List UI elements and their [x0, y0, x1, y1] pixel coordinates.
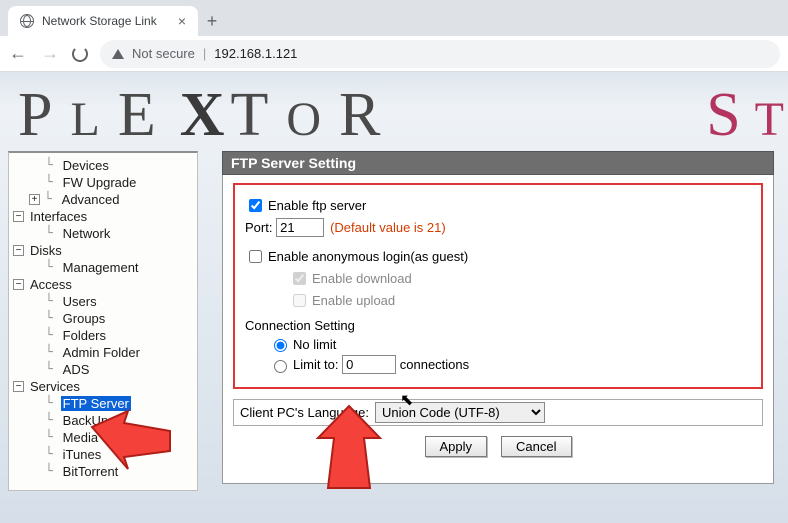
tree-label: Devices [61, 158, 111, 173]
brand-logo: PLEXTOR ST [0, 72, 788, 151]
tree-label: Admin Folder [61, 345, 142, 360]
enable-ftp-checkbox[interactable] [249, 199, 262, 212]
tree-label: FW Upgrade [61, 175, 139, 190]
enable-ftp-label: Enable ftp server [268, 198, 366, 213]
tree-label: Folders [61, 328, 108, 343]
no-limit-radio[interactable] [274, 339, 287, 352]
cancel-button[interactable]: Cancel [501, 436, 571, 457]
tree-label: Network [61, 226, 113, 241]
tree-item-folders[interactable]: └ Folders [9, 327, 197, 344]
browser-toolbar: ← → Not secure | 192.168.1.121 [0, 36, 788, 72]
highlighted-settings-frame: Enable ftp server Port: (Default value i… [233, 183, 763, 389]
tree-label: Management [61, 260, 141, 275]
browser-tab[interactable]: Network Storage Link × [8, 6, 198, 36]
main-panel: FTP Server Setting Enable ftp server Por… [198, 151, 774, 484]
connection-setting-label: Connection Setting [245, 318, 355, 333]
tree-label: Access [28, 277, 74, 292]
tree-label: Services [28, 379, 82, 394]
tree-item-advanced[interactable]: +└ Advanced [9, 191, 197, 208]
address-text: 192.168.1.121 [214, 46, 297, 61]
tree-toggle-icon[interactable]: − [13, 211, 24, 222]
tree-label: Users [61, 294, 99, 309]
tree-toggle-icon[interactable]: + [29, 194, 40, 205]
address-separator: | [203, 46, 206, 61]
port-default-hint: (Default value is 21) [330, 220, 446, 235]
tree-item-management[interactable]: └ Management [9, 259, 197, 276]
annotation-arrow-icon [90, 407, 174, 473]
tree-label: Interfaces [28, 209, 89, 224]
enable-anonymous-checkbox[interactable] [249, 250, 262, 263]
no-limit-label: No limit [293, 337, 336, 352]
enable-anonymous-label: Enable anonymous login(as guest) [268, 249, 468, 264]
not-secure-icon [112, 49, 124, 59]
enable-upload-checkbox[interactable] [293, 294, 306, 307]
tree-item-disks[interactable]: −Disks [9, 242, 197, 259]
tree-item-ads[interactable]: └ ADS [9, 361, 197, 378]
enable-upload-label: Enable upload [312, 293, 395, 308]
tree-item-fw-upgrade[interactable]: └ FW Upgrade [9, 174, 197, 191]
globe-icon [20, 14, 34, 28]
tree-item-users[interactable]: └ Users [9, 293, 197, 310]
browser-tab-strip: Network Storage Link × + [0, 0, 788, 36]
tree-label: Disks [28, 243, 64, 258]
panel-title: FTP Server Setting [222, 151, 774, 175]
tree-item-access[interactable]: −Access [9, 276, 197, 293]
forward-button[interactable]: → [40, 43, 60, 64]
tree-item-admin-folder[interactable]: └ Admin Folder [9, 344, 197, 361]
enable-download-label: Enable download [312, 271, 412, 286]
tree-item-network[interactable]: └ Network [9, 225, 197, 242]
port-input[interactable] [276, 218, 324, 237]
tree-label: Groups [61, 311, 108, 326]
enable-download-checkbox[interactable] [293, 272, 306, 285]
tree-label: Advanced [60, 192, 122, 207]
new-tab-button[interactable]: + [198, 11, 226, 36]
mouse-cursor-icon: ⬉ [400, 390, 413, 410]
tree-item-groups[interactable]: └ Groups [9, 310, 197, 327]
annotation-arrow-icon [310, 402, 388, 492]
tree-item-devices[interactable]: └ Devices [9, 157, 197, 174]
connections-label: connections [400, 357, 469, 372]
tree-item-services[interactable]: −Services [9, 378, 197, 395]
tree-toggle-icon[interactable]: − [13, 279, 24, 290]
tree-item-interfaces[interactable]: −Interfaces [9, 208, 197, 225]
limit-to-label: Limit to: [293, 357, 339, 372]
address-bar[interactable]: Not secure | 192.168.1.121 [100, 40, 780, 68]
tree-toggle-icon[interactable]: − [13, 381, 24, 392]
tab-title: Network Storage Link [42, 14, 157, 28]
reload-button[interactable] [72, 46, 88, 62]
apply-button[interactable]: Apply [425, 436, 488, 457]
limit-value-input[interactable] [342, 355, 396, 374]
close-tab-icon[interactable]: × [178, 13, 186, 29]
not-secure-label: Not secure [132, 46, 195, 61]
port-label: Port: [245, 220, 272, 235]
tree-toggle-icon[interactable]: − [13, 245, 24, 256]
limit-to-radio[interactable] [274, 360, 287, 373]
back-button[interactable]: ← [8, 43, 28, 64]
tree-label: ADS [61, 362, 92, 377]
